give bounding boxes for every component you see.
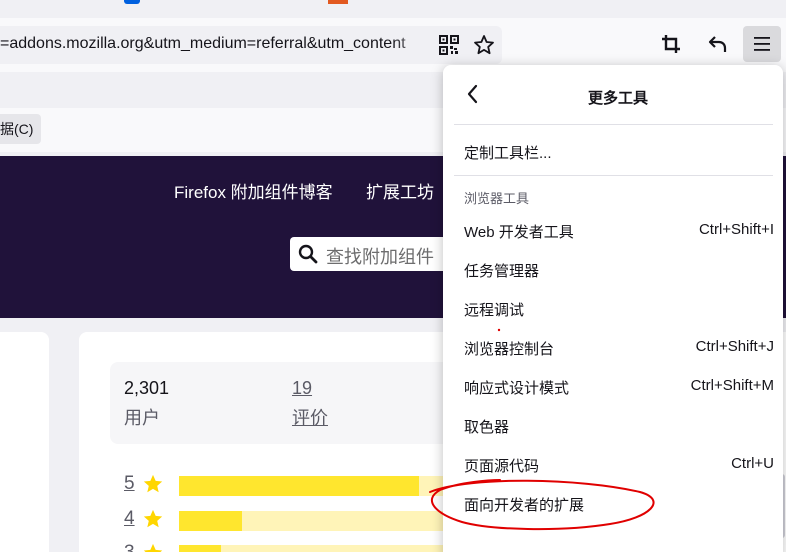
- rating-bar[interactable]: [179, 511, 479, 531]
- side-card: [0, 332, 49, 552]
- rating-star-icon: [143, 474, 163, 493]
- stats-box: 2,301 用户 19 评价: [110, 362, 490, 444]
- rating-bar-fill: [179, 511, 242, 531]
- menu-separator: [454, 175, 773, 176]
- qr-code-icon[interactable]: [439, 35, 459, 55]
- menu-item-shortcut: Ctrl+U: [731, 455, 774, 472]
- crop-icon: [662, 35, 680, 53]
- menu-title: 更多工具: [587, 90, 648, 107]
- menu-item-shortcut: Ctrl+Shift+J: [695, 338, 774, 355]
- menu-item-shortcut: Ctrl+Shift+M: [690, 377, 774, 394]
- rating-stars-link[interactable]: 3: [124, 542, 135, 552]
- reviews-count-link[interactable]: 19: [292, 378, 312, 399]
- nav-link-workshop[interactable]: 扩展工坊: [366, 178, 434, 203]
- menu-item-label: 响应式设计模式: [464, 380, 570, 397]
- rating-stars-link[interactable]: 4: [124, 508, 135, 530]
- rating-bar[interactable]: [179, 545, 479, 552]
- url-text[interactable]: =addons.mozilla.org&utm_medium=referral&…: [0, 35, 432, 53]
- rating-stars-link[interactable]: 5: [124, 473, 135, 495]
- navigation-toolbar: =addons.mozilla.org&utm_medium=referral&…: [0, 18, 786, 72]
- menu-item-shortcut: Ctrl+Shift+I: [698, 221, 774, 238]
- reviews-label-link[interactable]: 评价: [292, 404, 328, 430]
- tab-favicon[interactable]: [328, 0, 348, 4]
- menu-item-web-developer-tools[interactable]: Web 开发者工具 Ctrl+Shift+I: [454, 212, 774, 248]
- rating-bar-fill: [179, 545, 221, 552]
- menu-item-label: 任务管理器: [464, 263, 540, 280]
- undo-button[interactable]: [698, 26, 736, 62]
- menu-item-label: 页面源代码: [464, 458, 540, 475]
- menu-item-label: 定制工具栏...: [464, 145, 552, 162]
- menu-item-label: Web 开发者工具: [464, 224, 574, 241]
- tab-favicon[interactable]: [124, 0, 140, 4]
- rating-star-icon: [143, 543, 163, 552]
- menu-item-extensions-for-developers[interactable]: 面向开发者的扩展: [454, 485, 774, 521]
- users-count: 2,301: [124, 378, 170, 398]
- menu-item-task-manager[interactable]: 任务管理器: [454, 251, 774, 287]
- app-menu-button[interactable]: [743, 26, 781, 62]
- url-fade: [392, 26, 436, 64]
- search-placeholder: 查找附加组件: [326, 247, 434, 267]
- menu-item-responsive-design-mode[interactable]: 响应式设计模式 Ctrl+Shift+M: [454, 368, 774, 404]
- menu-item-customize-toolbar[interactable]: 定制工具栏...: [454, 133, 774, 169]
- menu-item-remote-debugging[interactable]: 远程调试: [454, 290, 774, 326]
- menu-item-label: 面向开发者的扩展: [464, 497, 585, 514]
- menu-item-browser-console[interactable]: 浏览器控制台 Ctrl+Shift+J: [454, 329, 774, 365]
- users-label: 用户: [124, 408, 160, 428]
- more-tools-menu: 更多工具 定制工具栏... 浏览器工具 Web 开发者工具 Ctrl+Shift…: [443, 65, 783, 552]
- star-bookmark-icon[interactable]: [472, 33, 496, 57]
- rating-star-icon: [143, 509, 163, 528]
- search-icon: [298, 244, 318, 264]
- nav-link-blog[interactable]: Firefox 附加组件博客: [174, 178, 333, 203]
- tab-strip: [0, 0, 786, 18]
- menu-section-label: 浏览器工具: [464, 191, 530, 206]
- menu-item-eyedropper[interactable]: 取色器: [454, 407, 774, 443]
- menu-item-label: 浏览器控制台: [464, 341, 555, 358]
- menu-item-label: 远程调试: [464, 302, 525, 319]
- rating-bar-fill: [179, 476, 419, 496]
- bookmark-item[interactable]: 据(C): [0, 114, 42, 144]
- undo-icon: [708, 36, 727, 52]
- rating-bar[interactable]: [179, 476, 479, 496]
- menu-separator: [454, 124, 773, 125]
- url-bar[interactable]: =addons.mozilla.org&utm_medium=referral&…: [0, 26, 502, 64]
- screenshot-crop-button[interactable]: [652, 26, 690, 62]
- menu-item-label: 取色器: [464, 419, 510, 436]
- menu-item-page-source[interactable]: 页面源代码 Ctrl+U: [454, 446, 774, 482]
- hamburger-menu-icon: [754, 37, 770, 51]
